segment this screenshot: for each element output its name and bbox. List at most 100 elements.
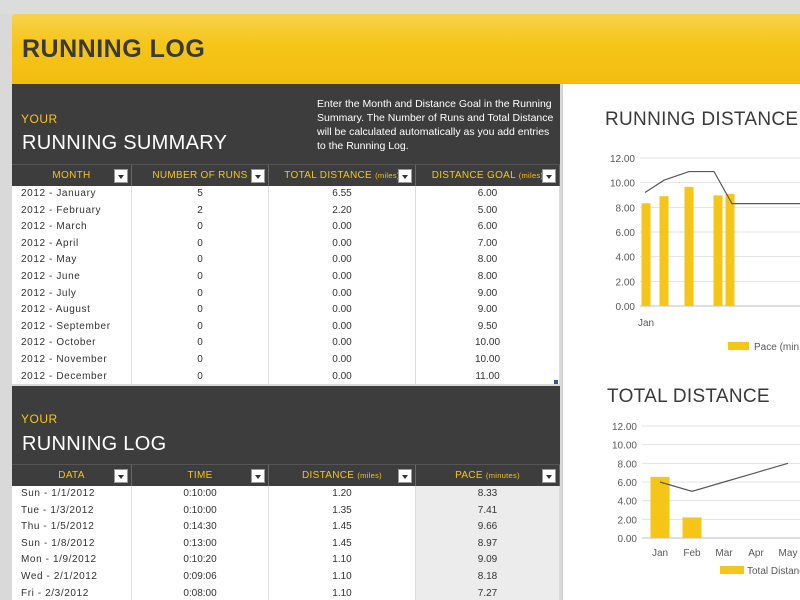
total-distance-chart[interactable]: 0.00 2.00 4.00 6.00 8.00 10.00 12.00 Jan Feb Mar A… (562, 410, 800, 600)
pace-column-header: PACE (minutes) (416, 465, 560, 487)
legend-swatch (720, 566, 744, 574)
runs-filter-dropdown-icon[interactable] (251, 169, 265, 183)
time-cell[interactable]: 0:10:00 (132, 502, 269, 520)
distance-goal-cell[interactable]: 9.00 (416, 285, 560, 303)
total-distance-cell[interactable]: 2.20 (269, 202, 416, 220)
date-cell[interactable]: Wed - 2/1/2012 (12, 568, 132, 586)
log-table-row: Tue - 1/3/2012 0:10:00 1.35 7.41 (12, 502, 560, 520)
distance-goal-cell[interactable]: 9.00 (416, 302, 560, 319)
total-distance-cell[interactable]: 0.00 (269, 219, 416, 236)
summary-table-row: 2012 - September 0 0.00 9.50 (12, 318, 560, 336)
runs-cell[interactable]: 0 (132, 318, 269, 336)
distance-cell[interactable]: 1.10 (269, 568, 416, 586)
date-cell[interactable]: Thu - 1/5/2012 (12, 519, 132, 536)
distance-goal-cell[interactable]: 6.00 (416, 219, 560, 236)
goal-filter-dropdown-icon[interactable] (542, 169, 556, 183)
time-cell[interactable]: 0:13:00 (132, 535, 269, 553)
y-tick-label: 6.00 (618, 478, 638, 489)
runs-cell[interactable]: 2 (132, 202, 269, 220)
time-cell[interactable]: 0:08:00 (132, 585, 269, 600)
pace-cell[interactable]: 9.66 (416, 519, 560, 536)
distance-filter-dropdown-icon[interactable] (398, 469, 412, 483)
pace-cell[interactable]: 7.27 (416, 585, 560, 600)
y-tick-label: 12.00 (610, 154, 635, 165)
runs-cell[interactable]: 5 (132, 186, 269, 203)
date-cell[interactable]: Mon - 1/9/2012 (12, 552, 132, 569)
time-cell[interactable]: 0:10:20 (132, 552, 269, 569)
runs-cell[interactable]: 0 (132, 368, 269, 386)
distance-cell[interactable]: 1.20 (269, 486, 416, 503)
summary-table-header: MONTH NUMBER OF RUNS TOTAL DISTANCE (mil… (12, 164, 560, 187)
month-cell[interactable]: 2012 - January (12, 186, 132, 203)
time-filter-dropdown-icon[interactable] (251, 469, 265, 483)
x-tick-label: Apr (748, 548, 764, 559)
goal-header-label: DISTANCE GOAL (431, 170, 516, 181)
running-distance-chart[interactable]: 0.00 2.00 4.00 6.00 8.00 10.00 12.00 Jan Pace (m… (562, 136, 800, 366)
time-cell[interactable]: 0:14:30 (132, 519, 269, 536)
runs-cell[interactable]: 0 (132, 335, 269, 352)
distance-cell[interactable]: 1.45 (269, 519, 416, 536)
runs-cell[interactable]: 0 (132, 268, 269, 286)
distance-goal-cell[interactable]: 8.00 (416, 252, 560, 269)
date-cell[interactable]: Tue - 1/3/2012 (12, 502, 132, 520)
total-distance-cell[interactable]: 0.00 (269, 268, 416, 286)
date-filter-dropdown-icon[interactable] (114, 469, 128, 483)
month-header-label: MONTH (52, 170, 91, 181)
pace-cell[interactable]: 8.97 (416, 535, 560, 553)
total-distance-cell[interactable]: 6.55 (269, 186, 416, 203)
month-cell[interactable]: 2012 - October (12, 335, 132, 352)
total-distance-cell[interactable]: 0.00 (269, 302, 416, 319)
distance-goal-cell[interactable]: 11.00 (416, 368, 560, 386)
distance-cell[interactable]: 1.10 (269, 552, 416, 569)
month-cell[interactable]: 2012 - June (12, 268, 132, 286)
month-cell[interactable]: 2012 - April (12, 235, 132, 253)
pace-filter-dropdown-icon[interactable] (542, 469, 556, 483)
pace-cell[interactable]: 9.09 (416, 552, 560, 569)
month-cell[interactable]: 2012 - August (12, 302, 132, 319)
month-cell[interactable]: 2012 - November (12, 351, 132, 369)
distance-goal-cell[interactable]: 7.00 (416, 235, 560, 253)
distance-cell[interactable]: 1.10 (269, 585, 416, 600)
distance-goal-cell[interactable]: 6.00 (416, 186, 560, 203)
month-cell[interactable]: 2012 - December (12, 368, 132, 386)
runs-cell[interactable]: 0 (132, 302, 269, 319)
pace-cell[interactable]: 8.18 (416, 568, 560, 586)
total-distance-filter-dropdown-icon[interactable] (398, 169, 412, 183)
pace-cell[interactable]: 8.33 (416, 486, 560, 503)
summary-your-label: YOUR (21, 112, 58, 126)
month-filter-dropdown-icon[interactable] (114, 169, 128, 183)
log-table-row: Wed - 2/1/2012 0:09:06 1.10 8.18 (12, 568, 560, 586)
total-distance-cell[interactable]: 0.00 (269, 318, 416, 336)
runs-cell[interactable]: 0 (132, 235, 269, 253)
distance-goal-cell[interactable]: 9.50 (416, 318, 560, 336)
distance-goal-cell[interactable]: 8.00 (416, 268, 560, 286)
distance-goal-cell[interactable]: 5.00 (416, 202, 560, 220)
month-cell[interactable]: 2012 - July (12, 285, 132, 303)
pace-cell[interactable]: 7.41 (416, 502, 560, 520)
date-cell[interactable]: Sun - 1/1/2012 (12, 486, 132, 503)
total-distance-cell[interactable]: 0.00 (269, 285, 416, 303)
month-cell[interactable]: 2012 - May (12, 252, 132, 269)
total-distance-cell[interactable]: 0.00 (269, 235, 416, 253)
runs-cell[interactable]: 0 (132, 285, 269, 303)
total-distance-cell[interactable]: 0.00 (269, 351, 416, 369)
distance-goal-cell[interactable]: 10.00 (416, 335, 560, 352)
date-cell[interactable]: Sun - 1/8/2012 (12, 535, 132, 553)
month-cell[interactable]: 2012 - February (12, 202, 132, 220)
runs-cell[interactable]: 0 (132, 351, 269, 369)
month-cell[interactable]: 2012 - September (12, 318, 132, 336)
runs-cell[interactable]: 0 (132, 219, 269, 236)
total-distance-cell[interactable]: 0.00 (269, 335, 416, 352)
month-cell[interactable]: 2012 - March (12, 219, 132, 236)
distance-cell[interactable]: 1.45 (269, 535, 416, 553)
legend-swatch (728, 342, 749, 350)
runs-cell[interactable]: 0 (132, 252, 269, 269)
distance-cell[interactable]: 1.35 (269, 502, 416, 520)
total-distance-cell[interactable]: 0.00 (269, 252, 416, 269)
distance-goal-cell[interactable]: 10.00 (416, 351, 560, 369)
table-resize-handle[interactable] (554, 380, 558, 384)
time-cell[interactable]: 0:10:00 (132, 486, 269, 503)
total-distance-cell[interactable]: 0.00 (269, 368, 416, 386)
time-cell[interactable]: 0:09:06 (132, 568, 269, 586)
date-cell[interactable]: Fri - 2/3/2012 (12, 585, 132, 600)
